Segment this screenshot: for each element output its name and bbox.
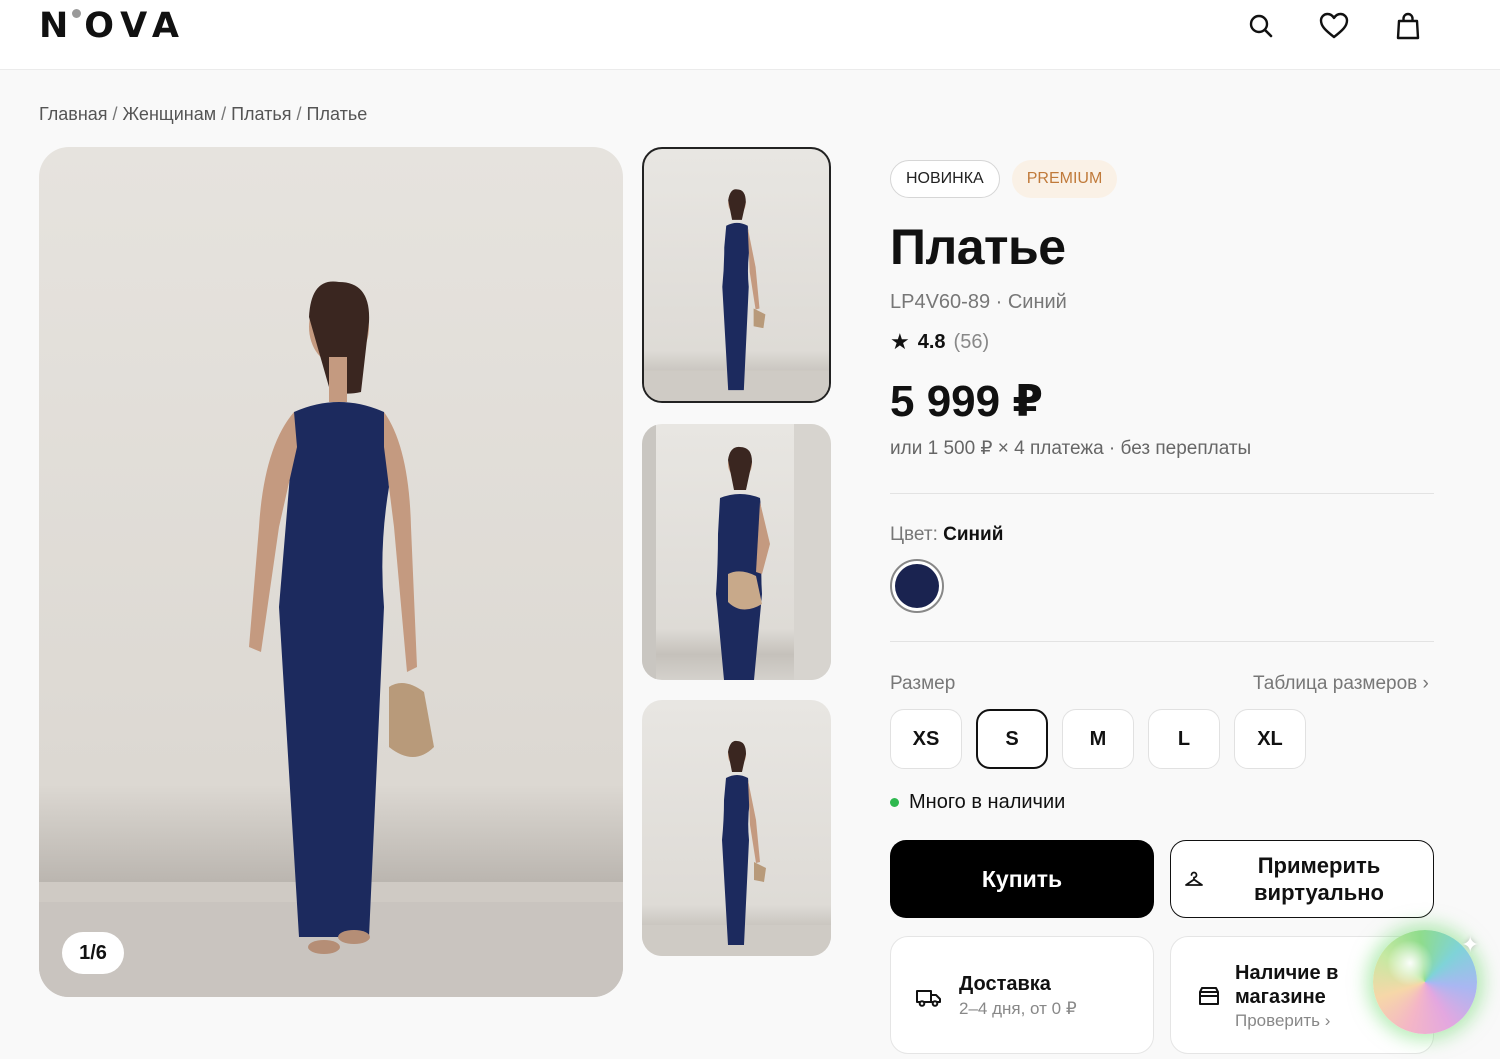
product-price: 5 999 ₽ <box>890 377 1043 426</box>
size-option-l[interactable]: L <box>1148 709 1220 769</box>
size-option-m[interactable]: M <box>1062 709 1134 769</box>
rating-score: 4.8 <box>917 330 946 353</box>
size-option-s[interactable]: S <box>976 709 1048 769</box>
color-label-prefix: Цвет: <box>890 524 938 545</box>
badge-new: НОВИНКА <box>890 160 1000 198</box>
stock-status: Много в наличии <box>890 791 1065 814</box>
sparkle-icon: ✦ <box>1461 932 1480 957</box>
delivery-card[interactable]: Доставка 2–4 дня, от 0 ₽ <box>890 936 1154 1054</box>
size-chart-link[interactable]: Таблица размеров › <box>1253 673 1429 695</box>
breadcrumb-women[interactable]: Женщинам <box>123 104 217 124</box>
image-counter: 1/6 <box>62 932 124 974</box>
virtual-try-on-button[interactable]: Примерить виртуально <box>1170 840 1434 918</box>
star-icon: ★ <box>890 329 910 354</box>
product-sku: LP4V60-89 · Синий <box>890 291 1067 313</box>
product-rating[interactable]: ★ 4.8 (56) <box>890 329 989 355</box>
store-title: Наличие в магазине <box>1235 962 1339 1008</box>
badge-premium: PREMIUM <box>1011 160 1118 198</box>
stock-text: Много в наличии <box>909 791 1066 813</box>
size-options: XS S M L XL <box>890 709 1306 769</box>
rating-count: (56) <box>953 330 990 353</box>
store-check-link[interactable]: Проверить › <box>1235 1011 1330 1031</box>
thumbnail-3[interactable] <box>642 700 831 956</box>
divider <box>890 641 1434 642</box>
thumbnail-model <box>642 740 831 956</box>
size-label: Размер <box>890 673 956 694</box>
logo[interactable]: N OVA <box>39 6 186 46</box>
heart-icon[interactable] <box>1319 11 1349 41</box>
size-option-xs[interactable]: XS <box>890 709 962 769</box>
installment-info: или 1 500 ₽ × 4 платежа · без переплаты <box>890 438 1252 459</box>
color-selected-name: Синий <box>943 524 1004 545</box>
color-swatch-selected[interactable] <box>890 559 944 613</box>
badge-list: НОВИНКА PREMIUM <box>890 160 1118 198</box>
color-label: Цвет: Синий <box>890 524 1003 546</box>
hanger-icon <box>1183 869 1205 891</box>
color-swatch-fill <box>895 564 939 608</box>
breadcrumb: Главная / Женщинам / Платья / Платье <box>39 104 367 125</box>
virtual-try-on-label: Примерить виртуально <box>1254 853 1384 905</box>
breadcrumb-dresses[interactable]: Платья <box>231 104 291 124</box>
bag-icon[interactable] <box>1393 11 1423 41</box>
store-icon <box>1197 985 1225 1009</box>
site-header: N OVA <box>0 0 1500 70</box>
size-option-xl[interactable]: XL <box>1234 709 1306 769</box>
thumbnail-model <box>644 189 829 401</box>
delivery-subtitle: 2–4 дня, от 0 ₽ <box>959 999 1077 1018</box>
delivery-title: Доставка <box>959 973 1051 995</box>
buy-button[interactable]: Купить <box>890 840 1154 918</box>
stock-dot-icon <box>890 798 899 807</box>
main-product-photo[interactable]: 1/6 <box>39 147 623 997</box>
truck-icon <box>915 985 943 1009</box>
thumbnail-2[interactable] <box>642 424 831 680</box>
logo-right: OVA <box>84 6 186 46</box>
model-figure <box>39 281 623 997</box>
breadcrumb-separator: / <box>112 104 118 124</box>
divider <box>890 493 1434 494</box>
breadcrumb-current: Платье <box>306 104 368 124</box>
thumbnail-model <box>642 424 831 680</box>
logo-dot <box>72 8 82 18</box>
breadcrumb-separator: / <box>221 104 227 124</box>
breadcrumb-separator: / <box>296 104 302 124</box>
product-title: Платье <box>890 219 1066 275</box>
thumbnail-1[interactable] <box>642 147 831 403</box>
search-icon[interactable] <box>1246 11 1276 41</box>
logo-left: N <box>39 6 76 46</box>
breadcrumb-home[interactable]: Главная <box>39 104 108 124</box>
